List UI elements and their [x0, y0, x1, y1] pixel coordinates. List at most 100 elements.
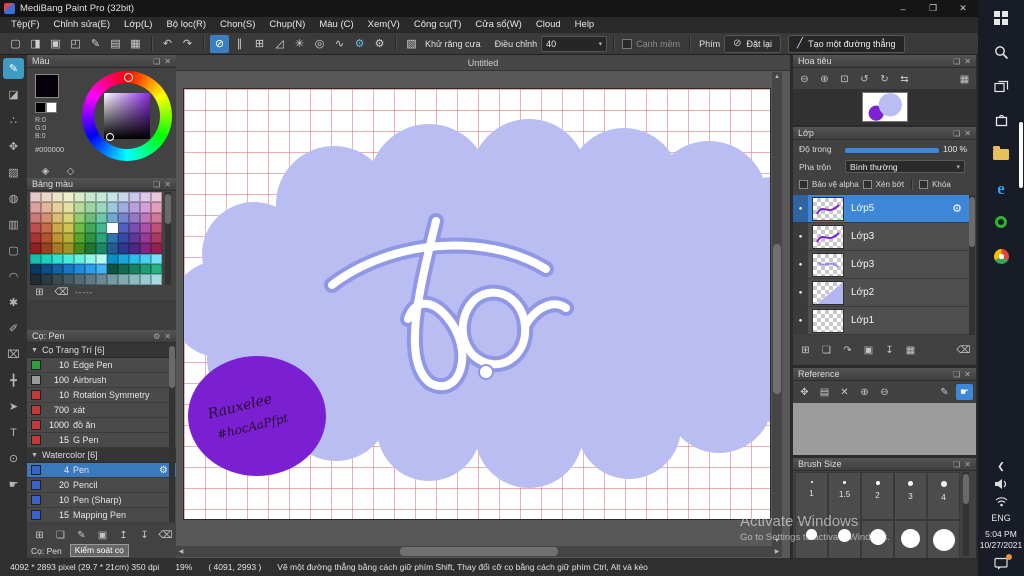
palette-color-swatch[interactable] — [129, 192, 140, 203]
palette-color-swatch[interactable] — [107, 233, 118, 244]
sv-indicator[interactable] — [106, 133, 114, 141]
redo-icon[interactable]: ↷ — [178, 35, 197, 53]
close-panel-icon[interactable]: ✕ — [164, 57, 171, 66]
move-tool[interactable]: ✥ — [3, 136, 24, 157]
palette-color-swatch[interactable] — [118, 233, 129, 244]
palette-color-swatch[interactable] — [151, 264, 162, 275]
search-button[interactable] — [981, 36, 1021, 68]
pick-color-icon[interactable]: ◈ — [37, 163, 54, 179]
settings-gear-icon[interactable]: ⚙ — [370, 35, 389, 53]
pages-icon[interactable]: ▤ — [106, 35, 125, 53]
menu-item-màu-c[interactable]: Màu (C) — [312, 17, 360, 33]
brush-item-xát[interactable]: 700 xát — [27, 403, 176, 418]
navigator-thumbnail[interactable] — [861, 92, 908, 122]
float-panel-icon[interactable]: ❏ — [953, 460, 960, 469]
clipping-checkbox[interactable] — [862, 180, 872, 189]
snap-settings-gear-icon[interactable]: ⚙ — [350, 35, 369, 53]
palette-color-swatch[interactable] — [52, 212, 63, 223]
menu-item-chỉnh-sửa-e[interactable]: Chỉnh sửa(E) — [47, 17, 118, 33]
palette-color-swatch[interactable] — [140, 233, 151, 244]
menu-item-chọn-s[interactable]: Chọn(S) — [213, 17, 262, 33]
brush-item-g-pen[interactable]: 15 G Pen — [27, 433, 176, 448]
delete-layer-icon[interactable]: ⌫ — [955, 342, 972, 358]
close-panel-icon[interactable]: ✕ — [164, 332, 171, 341]
brush-item-đồ-ăn[interactable]: 1000 đồ ăn — [27, 418, 176, 433]
snap-parallel-icon[interactable]: ∥ — [230, 35, 249, 53]
palette-color-swatch[interactable] — [107, 243, 118, 254]
brush-item-pen-sharp[interactable]: 10 Pen (Sharp) — [27, 493, 176, 508]
menu-item-tệp-f[interactable]: Tệp(F) — [4, 17, 47, 33]
palette-color-swatch[interactable] — [140, 243, 151, 254]
float-panel-icon[interactable]: ❏ — [153, 180, 160, 189]
palette-color-swatch[interactable] — [118, 192, 129, 203]
palette-color-swatch[interactable] — [85, 253, 96, 265]
chrome-button[interactable] — [981, 240, 1021, 272]
palette-color-swatch[interactable] — [85, 274, 96, 285]
palette-color-swatch[interactable] — [74, 233, 85, 244]
palette-color-swatch[interactable] — [118, 202, 129, 213]
start-button[interactable] — [981, 2, 1021, 34]
eyedropper-icon[interactable]: ✎ — [936, 384, 953, 400]
layer-row-lớp5[interactable]: ● Lớp5 ⚙ — [793, 195, 969, 223]
brush-list-scrollbar[interactable] — [169, 344, 175, 522]
palette-color-swatch[interactable] — [41, 253, 52, 265]
palette-color-swatch[interactable] — [140, 264, 151, 275]
palette-color-swatch[interactable] — [85, 264, 96, 275]
palette-color-swatch[interactable] — [151, 222, 162, 234]
palette-color-swatch[interactable] — [118, 253, 129, 265]
palette-color-swatch[interactable] — [63, 192, 74, 203]
palette-color-swatch[interactable] — [140, 253, 151, 265]
brush-tool[interactable]: ✎ — [3, 58, 24, 79]
brush-group-cọ-trang-trí-6[interactable]: ▼ Cọ Trang Trí [6] — [27, 343, 176, 358]
snap-curve-icon[interactable]: ∿ — [330, 35, 349, 53]
language-indicator[interactable]: ENG — [991, 513, 1011, 523]
network-icon[interactable] — [995, 496, 1008, 507]
operation-tool[interactable]: ➤ — [3, 396, 24, 417]
palette-color-swatch[interactable] — [30, 274, 41, 285]
scroll-down-icon[interactable]: ▼ — [772, 536, 782, 546]
palette-color-swatch[interactable] — [74, 192, 85, 203]
snap-ellipse-icon[interactable]: ◎ — [310, 35, 329, 53]
add-layer-icon[interactable]: ⊞ — [797, 342, 814, 358]
palette-color-swatch[interactable] — [41, 212, 52, 223]
merge-layer-icon[interactable]: ↧ — [881, 342, 898, 358]
add-brush-icon[interactable]: ⊞ — [31, 527, 48, 543]
menu-item-cửa-sổ-w[interactable]: Cửa sổ(W) — [468, 17, 528, 33]
new-canvas-icon[interactable]: ▢ — [6, 35, 25, 53]
brush-size-option[interactable] — [828, 520, 861, 558]
divide-tool[interactable]: ╋ — [3, 370, 24, 391]
eraser-tool[interactable]: ◪ — [3, 84, 24, 105]
close-panel-icon[interactable]: ✕ — [964, 460, 971, 469]
layer-row-lớp3[interactable]: ● Lớp3 — [793, 251, 969, 279]
layer-folder-icon[interactable]: ▣ — [860, 342, 877, 358]
palette-scrollbar[interactable] — [165, 192, 171, 285]
layer-row-lớp3[interactable]: ● Lớp3 — [793, 223, 969, 251]
rotate-ccw-icon[interactable]: ↺ — [856, 71, 873, 87]
layer-scrollbar[interactable] — [969, 195, 975, 335]
palette-color-swatch[interactable] — [118, 222, 129, 234]
horizontal-scroll-thumb[interactable] — [400, 547, 558, 556]
palette-color-swatch[interactable] — [107, 212, 118, 223]
float-panel-icon[interactable]: ❏ — [953, 370, 960, 379]
palette-color-swatch[interactable] — [96, 192, 107, 203]
palette-color-swatch[interactable] — [85, 243, 96, 254]
dot-pen-tool[interactable]: ∴ — [3, 110, 24, 131]
palette-color-swatch[interactable] — [151, 212, 162, 223]
select-rect-tool[interactable]: ▢ — [3, 240, 24, 261]
opacity-slider[interactable] — [845, 148, 939, 153]
palette-color-swatch[interactable] — [85, 222, 96, 234]
move-brush-up-icon[interactable]: ↥ — [115, 527, 132, 543]
select-pen-tool[interactable]: ✐ — [3, 318, 24, 339]
palette-color-swatch[interactable] — [63, 274, 74, 285]
antialias-icon[interactable]: ▧ — [402, 35, 421, 53]
palette-color-swatch[interactable] — [52, 243, 63, 254]
brush-item-rotation-symmetry[interactable]: 10 Rotation Symmetry — [27, 388, 176, 403]
palette-color-swatch[interactable] — [52, 192, 63, 203]
palette-color-swatch[interactable] — [140, 212, 151, 223]
palette-color-swatch[interactable] — [107, 192, 118, 203]
palette-color-swatch[interactable] — [41, 202, 52, 213]
palette-color-swatch[interactable] — [52, 233, 63, 244]
lock-checkbox[interactable] — [919, 180, 929, 189]
palette-color-swatch[interactable] — [63, 222, 74, 234]
palette-color-swatch[interactable] — [63, 264, 74, 275]
